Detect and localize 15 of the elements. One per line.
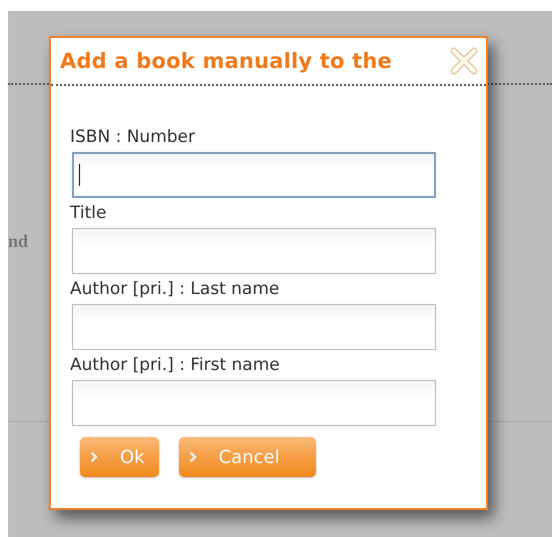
cancel-button[interactable]: Cancel	[178, 437, 316, 477]
field-label: Title	[70, 202, 108, 225]
ok-button[interactable]: Ok	[80, 437, 159, 477]
dialog-title: Add a book manually to the	[60, 49, 392, 73]
chevron-icon	[90, 451, 98, 463]
input-field[interactable]	[72, 152, 436, 198]
field-label: Author [pri.] : Last name	[70, 278, 280, 301]
field-label: ISBN : Number	[70, 126, 196, 149]
field-label: Author [pri.] : First name	[70, 354, 281, 377]
chevron-icon	[188, 451, 197, 463]
input-field[interactable]	[72, 228, 436, 274]
input-field[interactable]	[72, 380, 436, 426]
page-text: nd	[8, 231, 28, 252]
close-icon[interactable]	[450, 47, 478, 75]
input-field[interactable]	[72, 304, 436, 350]
